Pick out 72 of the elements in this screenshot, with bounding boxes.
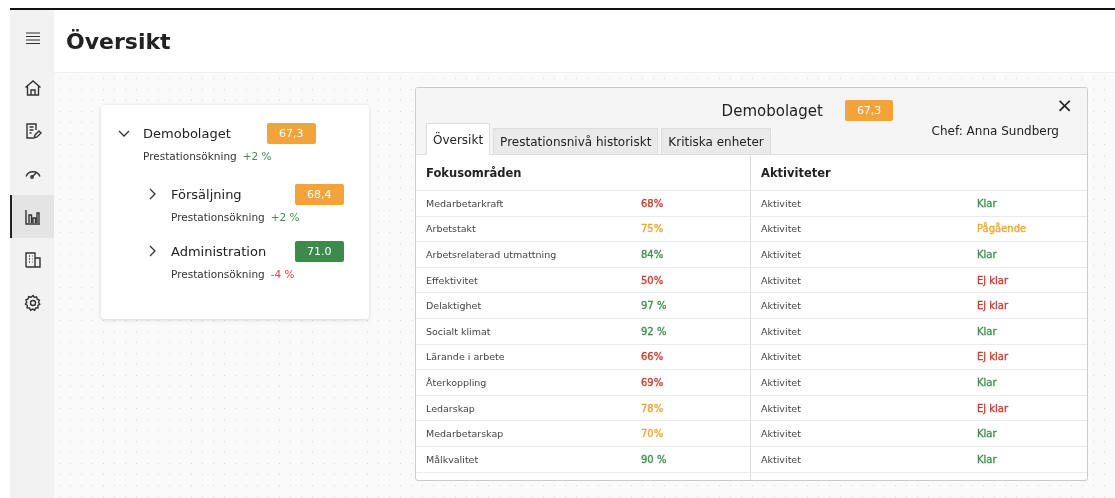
table-cell-text: Arbetsrelaterad utmattning: [426, 249, 558, 260]
table-cell: 66%: [641, 351, 664, 363]
nav-item[interactable]: [10, 195, 54, 238]
column-header: Fokusområden: [426, 165, 522, 180]
table-cell: Ej klar: [977, 300, 1009, 312]
table-cell-text: Aktivitet: [761, 249, 802, 260]
table-cell: 97 %: [641, 300, 667, 312]
table-cell: 84%: [641, 249, 664, 260]
table-cell-text: Socialt klimat: [426, 325, 492, 337]
table-cell: 69%: [641, 376, 664, 388]
table-cell-text: Aktivitet: [761, 428, 802, 440]
table-cell: Ej klar: [977, 351, 1009, 363]
table-cell: Klar: [977, 325, 997, 337]
unit-name[interactable]: Demobolaget: [143, 125, 267, 141]
table-cell-text: Aktivitet: [761, 300, 802, 312]
table-cell-text: Aktivitet: [761, 402, 802, 414]
home-icon: [23, 77, 43, 98]
table-cell-text: Aktivitet: [761, 453, 802, 465]
table-cell-text: Ledarskap: [426, 402, 476, 414]
table-cell-text: Medarbetarskap: [426, 428, 505, 440]
table-cell-text: Aktivitet: [761, 351, 802, 363]
table-cell-text: Aktivitet: [761, 274, 802, 286]
table-cell: 92 %: [641, 325, 667, 337]
table-cell: Ej klar: [977, 402, 1009, 414]
score-badge: 67,3: [844, 100, 894, 121]
table-cell-text: Aktivitet: [761, 376, 802, 388]
panel-title: Demobolaget: [721, 101, 823, 120]
table-cell: 78%: [641, 402, 664, 414]
metric-label: Prestationsökning: [143, 150, 237, 162]
table-cell: 90 %: [641, 453, 667, 465]
score-badge: 67,3: [267, 122, 316, 144]
tab[interactable]: Översikt: [426, 123, 491, 155]
tab[interactable]: Prestationsnivå historiskt: [493, 128, 659, 154]
document-pen-icon: [23, 120, 43, 141]
table-cell-text: Målkvalitet: [426, 453, 480, 465]
settings-icon: [23, 292, 43, 313]
close-button[interactable]: ×: [1052, 93, 1077, 117]
table-cell: Klar: [977, 197, 997, 209]
metric-change: +2 %: [242, 150, 272, 162]
table-cell-text: Aktivitet: [761, 197, 802, 209]
table-cell: Klar: [977, 376, 997, 388]
metric-label: Prestationsökning: [171, 211, 265, 223]
page-title: Översikt: [66, 28, 171, 54]
table-cell: 68%: [641, 197, 664, 209]
table-cell: 50%: [641, 274, 664, 286]
table-cell: Klar: [977, 453, 997, 465]
table-cell: Klar: [977, 249, 997, 260]
tab[interactable]: Kritiska enheter: [661, 128, 771, 154]
metric-change: -4 %: [270, 268, 295, 280]
table-cell-text: Medarbetarkraft: [426, 197, 505, 209]
unit-name[interactable]: Administration: [171, 243, 295, 259]
table-cell-text: Delaktighet: [426, 300, 483, 312]
unit-name[interactable]: Försäljning: [171, 186, 295, 202]
table-cell-text: Aktivitet: [761, 325, 802, 337]
metric-change: +2 %: [270, 211, 300, 223]
metric-label: Prestationsökning: [171, 268, 265, 280]
table-cell-text: Återkoppling: [426, 376, 488, 388]
table-cell-text: Aktivitet: [761, 223, 802, 235]
table-cell: Klar: [977, 428, 997, 440]
table-cell: Pågående: [977, 223, 1027, 235]
score-badge: 71.0: [295, 240, 344, 262]
building-icon: [23, 249, 43, 270]
gauge-icon: [25, 168, 41, 179]
table-cell: Ej klar: [977, 274, 1009, 286]
manager-name: Chef: Anna Sundberg: [931, 124, 1059, 138]
column-header: Aktiviteter: [761, 165, 831, 180]
table-cell: 75%: [641, 223, 664, 235]
table-cell: 70%: [641, 428, 664, 440]
table-cell-text: Lärande i arbete: [426, 351, 506, 363]
score-badge: 68,4: [295, 183, 344, 205]
table-cell-text: Arbetstakt: [426, 223, 477, 235]
table-cell-text: Effektivitet: [426, 274, 479, 286]
